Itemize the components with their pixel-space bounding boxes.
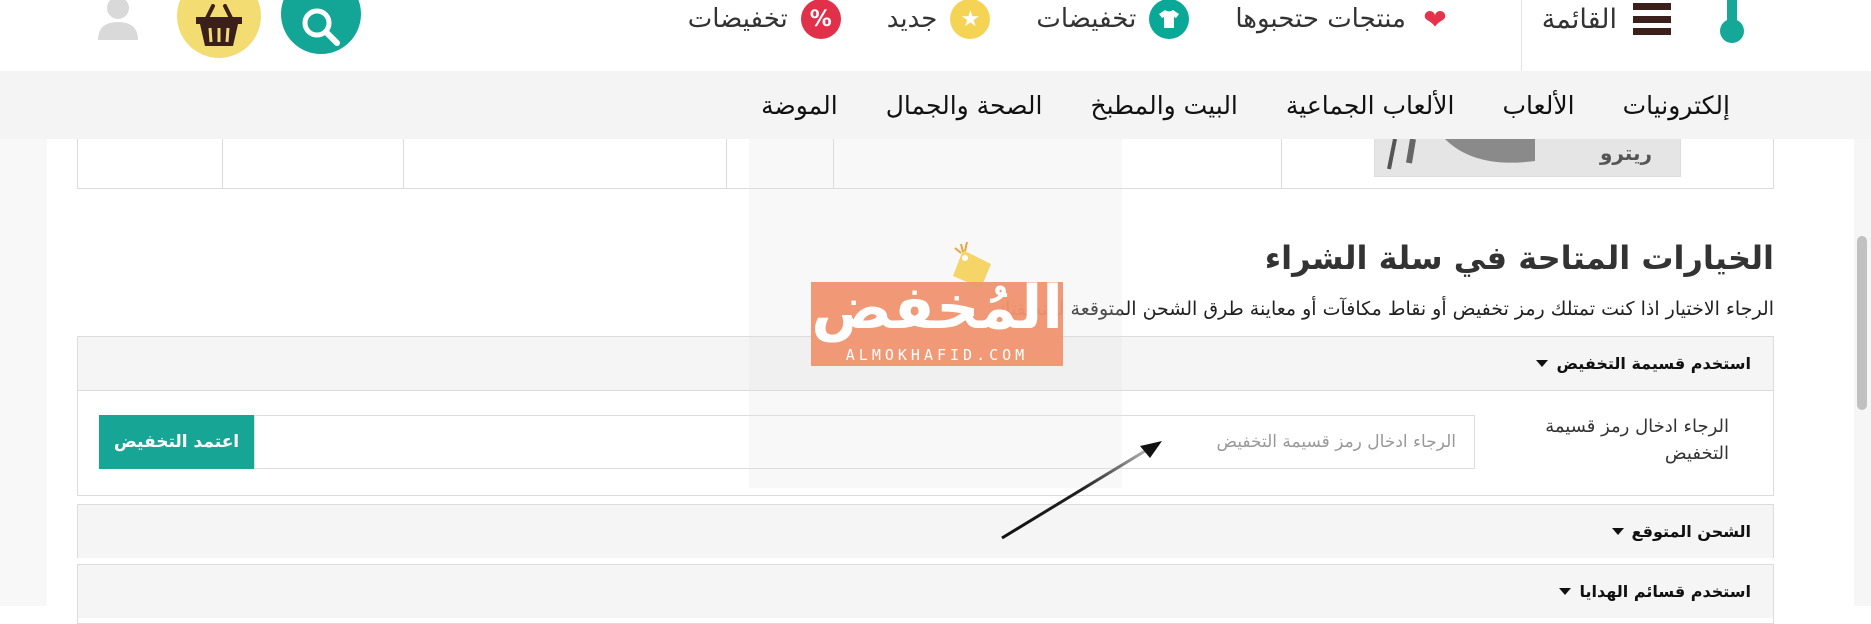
product-thumbnail-text: ريترو <box>1599 141 1652 165</box>
search-icon <box>302 8 340 46</box>
category-home-kitchen[interactable]: البيت والمطبخ <box>1090 91 1237 120</box>
header-nav: ❤ منتجات حتحبوها تخفيضات ★ جديد % تخفيضا… <box>688 0 1451 39</box>
category-board-games[interactable]: الألعاب الجماعية <box>1286 91 1455 120</box>
watermark-subtext: ALMOKHAFID.COM <box>845 346 1029 364</box>
nav-discounts[interactable]: % تخفيضات <box>688 0 841 39</box>
category-fashion[interactable]: الموضة <box>761 91 838 120</box>
percent-icon: % <box>800 0 841 39</box>
heart-icon: ❤ <box>1423 2 1447 36</box>
coupon-field-label: الرجاء ادخال رمز قسيمة التخفيض <box>1545 416 1729 464</box>
caret-down-icon <box>1559 588 1572 595</box>
caret-down-icon <box>1611 528 1624 535</box>
nav-favorites-label: منتجات حتحبوها <box>1235 4 1406 34</box>
category-health-beauty[interactable]: الصحة والجمال <box>886 91 1043 120</box>
menu-button[interactable]: القائمة <box>1542 0 1671 38</box>
annotation-arrow-icon <box>1001 441 1162 540</box>
hamburger-icon <box>1633 3 1671 35</box>
nav-sales-clothing-label: تخفيضات <box>1036 4 1137 34</box>
user-icon <box>98 0 138 40</box>
gift-voucher-panel-heading: استخدم قسائم الهدايا <box>1579 582 1751 601</box>
gift-voucher-panel-toggle[interactable]: استخدم قسائم الهدايا <box>78 565 1773 618</box>
basket-icon <box>196 4 242 46</box>
table-cell-divider <box>403 139 404 188</box>
shirt-icon <box>1149 0 1190 39</box>
scrollbar-thumb[interactable] <box>1857 236 1867 410</box>
site-header: القائمة ❤ منتجات حتحبوها تخفيضات ★ جديد … <box>0 0 1871 92</box>
cart-options-title: الخيارات المتاحة في سلة الشراء <box>1264 239 1774 277</box>
search-button[interactable] <box>281 0 361 54</box>
table-cell-divider <box>222 139 223 188</box>
gift-voucher-panel: استخدم قسائم الهدايا <box>77 564 1774 624</box>
watermark-logo: المُخفض ALMOKHAFID.COM <box>811 240 1063 366</box>
shipping-panel-heading: الشحن المتوقع <box>1631 522 1751 541</box>
star-icon: ★ <box>950 0 991 39</box>
table-cell-divider <box>1281 139 1282 188</box>
caret-down-icon <box>1536 360 1549 367</box>
category-toys[interactable]: الألعاب <box>1503 91 1575 120</box>
nav-new-label: جديد <box>886 4 938 34</box>
nav-favorites[interactable]: ❤ منتجات حتحبوها <box>1235 0 1451 39</box>
cart-button[interactable] <box>177 0 261 58</box>
shipping-panel: الشحن المتوقع <box>77 504 1774 558</box>
user-account-button[interactable] <box>95 0 141 42</box>
category-bar: إلكترونيات الألعاب الألعاب الجماعية البي… <box>0 71 1871 139</box>
logo-icon[interactable] <box>1712 0 1752 44</box>
nav-discounts-label: تخفيضات <box>687 4 788 34</box>
apply-coupon-button[interactable]: اعتمد التخفيض <box>99 415 254 469</box>
category-electronics[interactable]: إلكترونيات <box>1623 91 1730 120</box>
coupon-panel-heading: استخدم قسيمة التخفيض <box>1556 354 1751 373</box>
table-cell-divider <box>726 139 727 188</box>
shipping-panel-toggle[interactable]: الشحن المتوقع <box>78 505 1773 558</box>
product-thumbnail[interactable]: ريترو <box>1374 139 1681 177</box>
nav-new[interactable]: ★ جديد <box>887 0 991 39</box>
menu-label: القائمة <box>1541 3 1617 35</box>
left-gutter <box>0 139 47 606</box>
nav-sales-clothing[interactable]: تخفيضات <box>1036 0 1190 39</box>
watermark-text: المُخفض <box>811 273 1063 343</box>
